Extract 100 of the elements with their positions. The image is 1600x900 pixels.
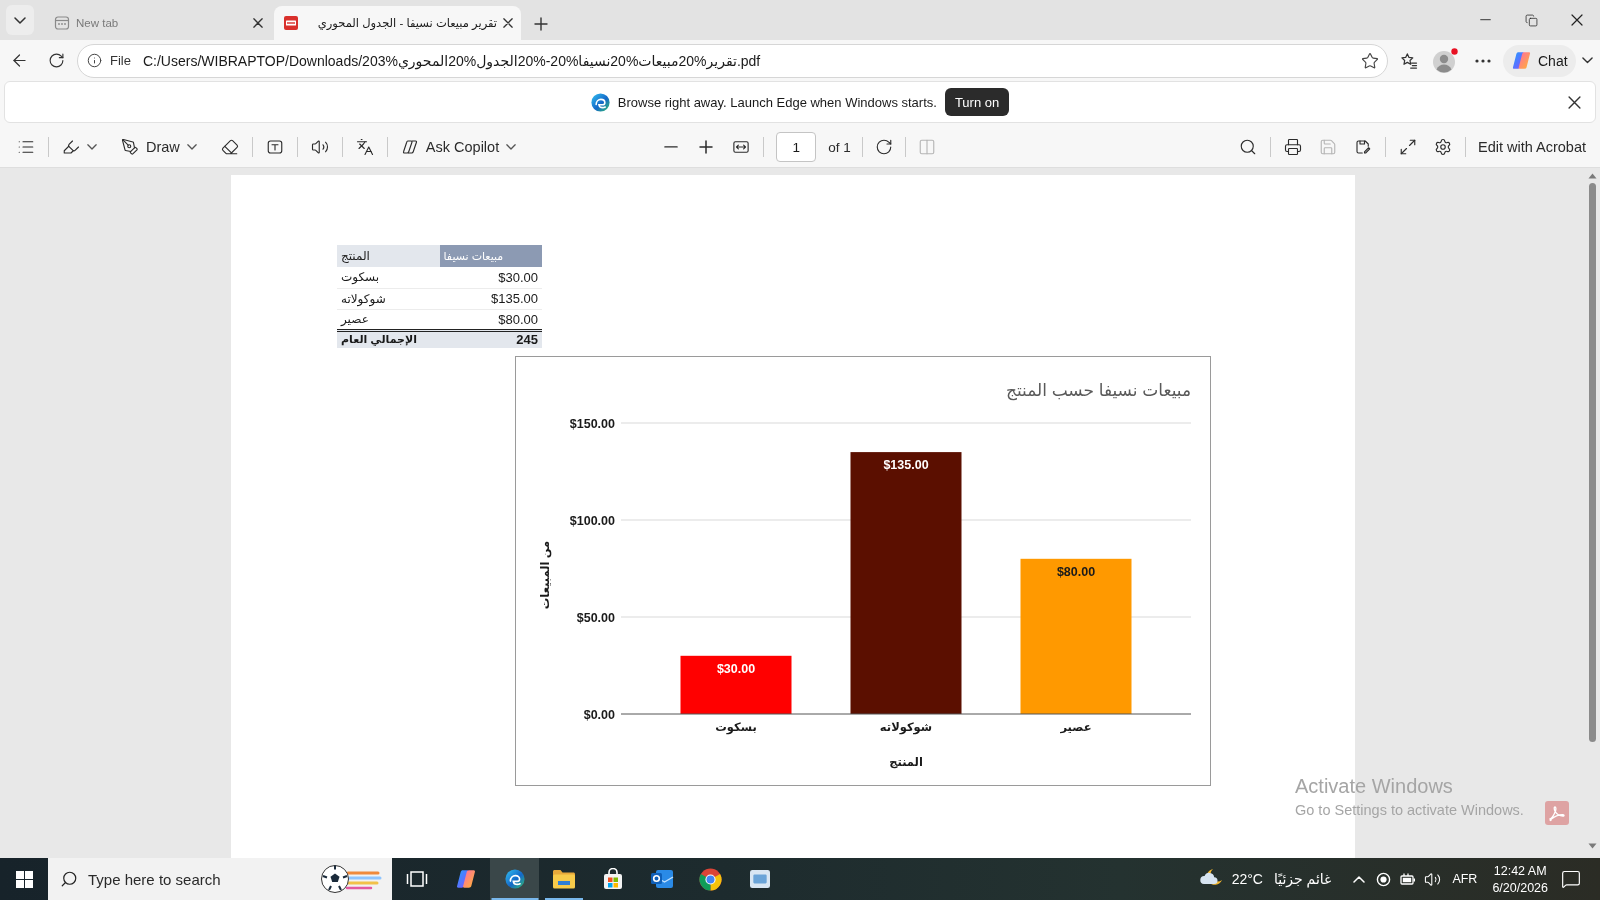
weather-condition: غائم جزئيًا: [1273, 871, 1332, 887]
x-axis-category-label: بسكوت: [715, 721, 757, 733]
activation-message: Go to Settings to activate Windows.: [1295, 802, 1524, 818]
two-page-icon: [917, 138, 936, 156]
save-as-icon: [1354, 138, 1372, 156]
column-header: مبيعات نسيفا: [439, 245, 542, 267]
page-number-field[interactable]: 1: [776, 132, 817, 162]
temperature: 22°C: [1231, 871, 1263, 887]
edit-with-acrobat-button[interactable]: Edit with Acrobat: [1472, 131, 1588, 163]
close-icon[interactable]: [253, 18, 263, 28]
bar-value-label: $135.00: [883, 458, 929, 473]
windows-logo-icon[interactable]: [15, 870, 33, 888]
save-icon: [1319, 138, 1337, 156]
info-icon[interactable]: [87, 53, 102, 68]
y-axis-tick-label: $50.00: [576, 610, 615, 625]
speaker-icon: [310, 138, 329, 156]
scroll-down-icon[interactable]: [1587, 843, 1597, 849]
table-cell: هتالوكوش: [337, 288, 440, 309]
soccer-ball-icon: [320, 864, 382, 894]
search-icon: [60, 870, 78, 888]
expand-icon: [1399, 138, 1417, 156]
x-axis-title: المنتج: [889, 756, 923, 768]
chart-title: مبيعات نسيفا حسب المنتج: [1005, 381, 1191, 400]
close-icon[interactable]: [503, 18, 513, 28]
search-icon: [1239, 138, 1257, 156]
more-icon[interactable]: [1474, 58, 1491, 63]
activation-title: Activate Windows: [1295, 775, 1454, 798]
close-icon[interactable]: [1571, 14, 1583, 26]
document-icon: [283, 15, 299, 31]
printer-icon: [1284, 138, 1302, 156]
restore-icon[interactable]: [1524, 13, 1538, 27]
chevron-down-icon: [186, 144, 197, 150]
total-value: 245: [439, 330, 542, 348]
plus-icon: [699, 140, 714, 154]
tab-list-button[interactable]: [6, 5, 34, 35]
scroll-up-icon[interactable]: [1587, 173, 1597, 179]
notification-message: Browse right away. Launch Edge when Windows starts.: [617, 94, 937, 110]
slanted-outlines-icon: [400, 138, 419, 156]
avatar-icon[interactable]: [1432, 47, 1459, 74]
url-text: C:/Users/WIBRAPTOP/Downloads/تقرير%20مبيعات%20نسيفا%20-%20الجدول%20المحوري%203.pdf: [142, 52, 761, 69]
mail-icon: [649, 868, 674, 890]
clock-time: 12:42 AM: [1493, 863, 1547, 878]
x-axis-category-label: عصير: [1060, 721, 1092, 733]
draw-button[interactable]: Draw: [114, 131, 204, 163]
plus-icon[interactable]: [534, 17, 548, 31]
tricolor-circle-icon: [699, 867, 722, 891]
column-header: جتنملا: [337, 245, 440, 267]
eraser-icon: [220, 138, 239, 156]
star-list-icon[interactable]: [1398, 50, 1419, 71]
minus-icon: [664, 146, 679, 148]
battery-icon[interactable]: [1400, 873, 1417, 885]
input-language: AFR: [1452, 872, 1478, 886]
chevron-down-icon: [87, 144, 97, 150]
chevron-down-icon: [14, 16, 26, 24]
browser-tab[interactable]: New tab: [45, 6, 271, 40]
y-axis-title: من المبيعات: [539, 540, 551, 610]
chat-button[interactable]: Chat: [1503, 44, 1576, 77]
minimize-icon[interactable]: [1479, 19, 1491, 21]
folder-icon: [551, 869, 576, 889]
record-icon[interactable]: [1376, 871, 1392, 887]
speaker-icon[interactable]: [1424, 870, 1442, 888]
slanted-bars-logo-icon: [454, 868, 477, 890]
page-icon: [54, 15, 70, 31]
x-axis-category-label: شوكولاته: [879, 721, 933, 733]
shopping-bag-icon: [601, 868, 624, 890]
settings-icon: [1434, 138, 1452, 156]
copilot-button[interactable]: Ask Copilot: [393, 131, 524, 163]
browser-logo-icon: [504, 869, 525, 889]
y-axis-tick-label: $100.00: [569, 513, 615, 528]
total-label: الإجمالي العام: [337, 330, 440, 348]
star-icon[interactable]: [1361, 51, 1379, 70]
table-cell: $30.00: [439, 267, 542, 288]
slanted-bars-logo-icon: [1511, 50, 1532, 71]
taskbar-button[interactable]: [490, 858, 539, 900]
refresh-icon[interactable]: [48, 52, 65, 69]
highlighter-icon: [62, 138, 80, 156]
translate-icon: [355, 138, 374, 156]
y-axis-tick-label: $150.00: [569, 416, 615, 431]
search-box[interactable]: Type here to search: [48, 858, 392, 900]
close-icon[interactable]: [1568, 95, 1581, 109]
bar-value-label: $30.00: [716, 661, 756, 676]
browser-logo-icon: [590, 92, 610, 112]
table-cell: توكسب: [337, 267, 440, 288]
browser-tab[interactable]: تقرير مبيعات نسيفا - الجدول المحوري: [274, 6, 521, 40]
fit-width-icon: [732, 138, 751, 156]
page-count: of 1: [828, 139, 851, 155]
turn-on-button[interactable]: Turn on: [944, 88, 1010, 116]
bar-value-label: $80.00: [1056, 564, 1096, 579]
table-cell: $135.00: [439, 288, 542, 309]
notification-icon[interactable]: [1561, 869, 1581, 889]
scrollbar-thumb[interactable]: [1588, 183, 1596, 742]
pen-nib-icon: [121, 138, 139, 156]
y-axis-tick-label: $0.00: [583, 707, 615, 722]
back-icon[interactable]: [10, 51, 29, 70]
task-view-icon: [405, 871, 428, 887]
search-field[interactable]: Type here to search: [88, 867, 310, 891]
chevron-down-icon[interactable]: [1582, 57, 1594, 64]
app-window-icon: [749, 870, 770, 888]
text-box-icon: [265, 138, 284, 156]
chevron-up-icon[interactable]: [1353, 875, 1366, 883]
